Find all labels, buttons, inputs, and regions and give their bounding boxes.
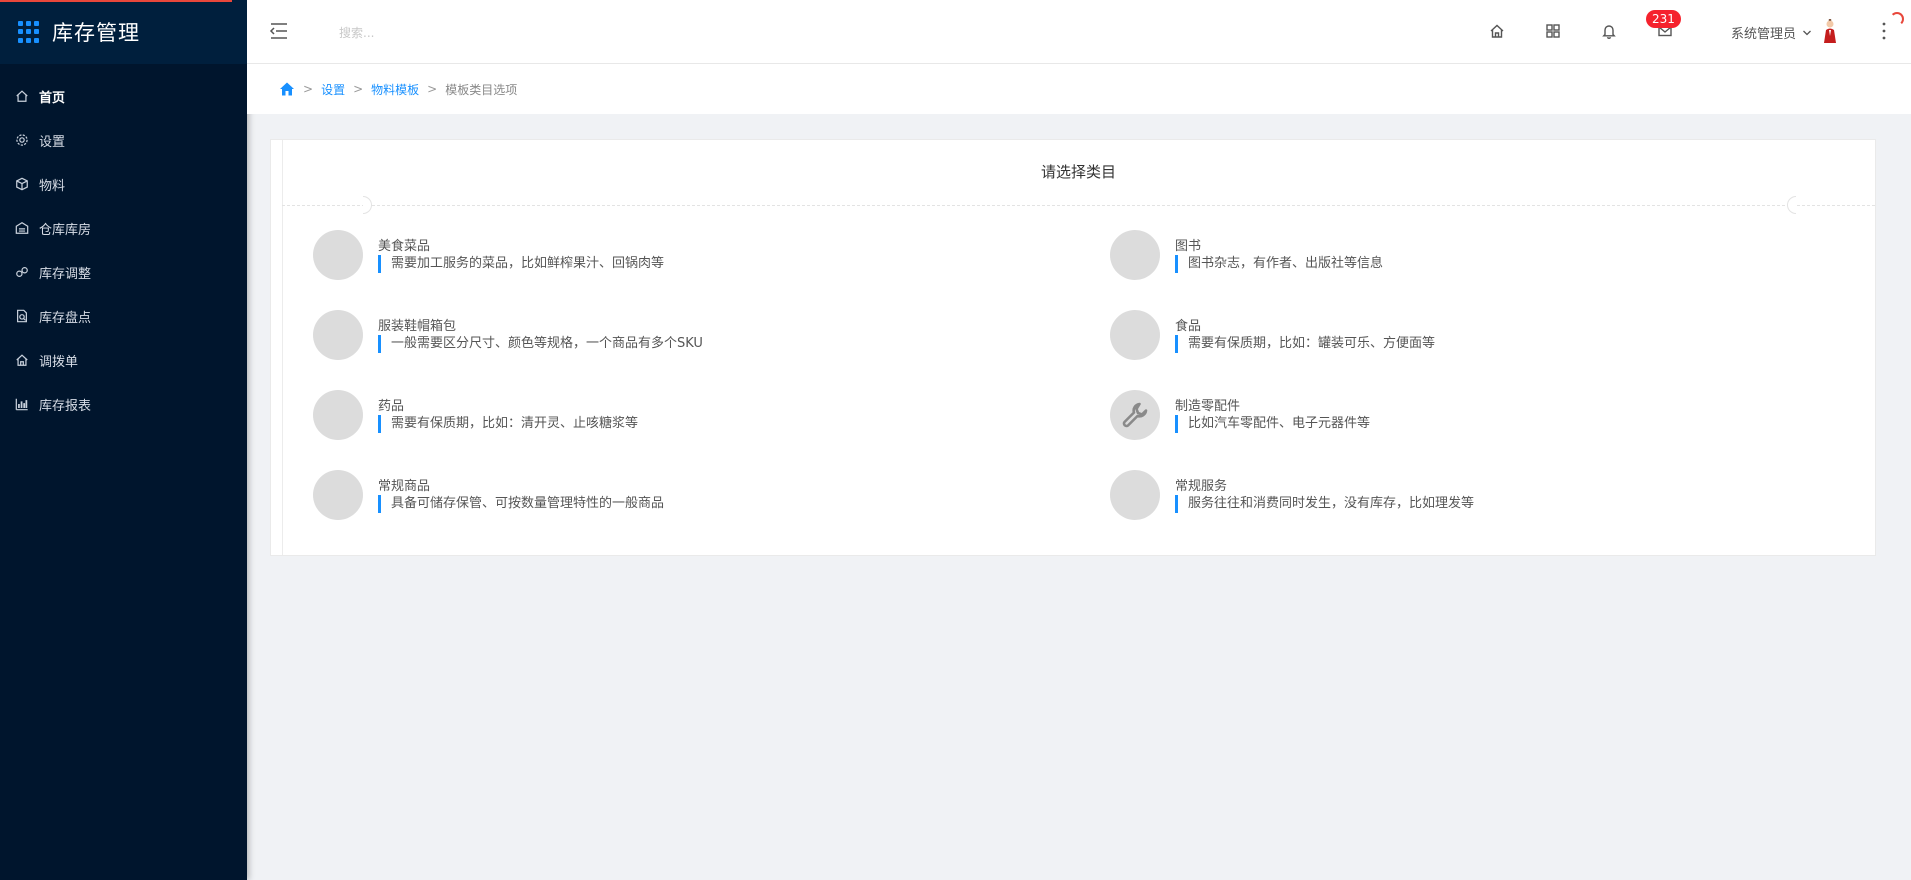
- category-image: [313, 310, 363, 360]
- gear-icon: [14, 132, 30, 148]
- search-input[interactable]: [337, 20, 641, 46]
- transfer-icon: [14, 352, 30, 368]
- category-image: [1110, 470, 1160, 520]
- sidebar-item-label: 物料: [39, 178, 66, 194]
- page-title: 请选择类目: [1040, 163, 1116, 181]
- app-title: 库存管理: [52, 21, 140, 45]
- sidebar: 库存管理 首页 设置 物料 仓库库房 库存调整 库存盘点 调拨单 库存报表: [0, 0, 247, 880]
- category-desc: 服务往往和消费同时发生，没有库存，比如理发等: [1175, 495, 1474, 513]
- sidebar-item-home[interactable]: 首页: [0, 74, 247, 118]
- inventory-check-icon: [14, 308, 30, 324]
- sidebar-item-label: 库存报表: [39, 398, 92, 414]
- sidebar-item-stock-adjust[interactable]: 库存调整: [0, 250, 247, 294]
- category-desc: 一般需要区分尺寸、颜色等规格，一个商品有多个SKU: [378, 335, 703, 353]
- loading-spinner-icon: [1890, 12, 1904, 26]
- home-button[interactable]: [1486, 20, 1508, 42]
- messages-count-badge: 231: [1646, 10, 1681, 28]
- category-desc: 比如汽车零配件、电子元器件等: [1175, 415, 1370, 433]
- box-icon: [14, 176, 30, 192]
- breadcrumb-home-icon[interactable]: [279, 81, 295, 97]
- sidebar-item-warehouse[interactable]: 仓库库房: [0, 206, 247, 250]
- breadcrumb-current: 模板类目选项: [445, 82, 518, 97]
- category-name: 制造零配件: [1175, 399, 1241, 414]
- title-divider: [282, 205, 1875, 206]
- category-apparel[interactable]: 服装鞋帽箱包 一般需要区分尺寸、颜色等规格，一个商品有多个SKU: [313, 310, 1013, 366]
- category-desc: 需要加工服务的菜品，比如鲜榨果汁、回锅肉等: [378, 255, 664, 273]
- breadcrumb-link-settings[interactable]: 设置: [321, 81, 345, 98]
- breadcrumb: > 设置 > 物料模板 > 模板类目选项: [247, 64, 1911, 114]
- sidebar-item-label: 仓库库房: [39, 222, 92, 238]
- avatar[interactable]: [1821, 18, 1839, 44]
- breadcrumb-separator: >: [427, 82, 438, 96]
- category-general-goods[interactable]: 常规商品 具备可储存保管、可按数量管理特性的一般商品: [313, 470, 1013, 526]
- chevron-down-icon: [1803, 30, 1811, 35]
- category-name: 常规商品: [378, 479, 431, 494]
- category-name: 常规服务: [1175, 479, 1228, 494]
- category-name: 药品: [378, 399, 405, 414]
- wrench-icon: [1122, 402, 1148, 428]
- bar-chart-icon: [14, 396, 30, 412]
- app-grid-icon: [18, 21, 40, 43]
- sidebar-item-stock-report[interactable]: 库存报表: [0, 382, 247, 426]
- menu-collapse-icon[interactable]: [269, 22, 289, 40]
- home-icon: [14, 88, 30, 104]
- category-image: [313, 390, 363, 440]
- apps-grid-icon: [1546, 24, 1560, 38]
- category-desc: 需要有保质期，比如：罐装可乐、方便面等: [1175, 335, 1435, 353]
- adjust-icon: [14, 264, 30, 280]
- category-name: 图书: [1175, 239, 1202, 254]
- category-groceries[interactable]: 食品 需要有保质期，比如：罐装可乐、方便面等: [1110, 310, 1810, 366]
- sidebar-item-label: 设置: [39, 134, 66, 150]
- category-parts[interactable]: 制造零配件 比如汽车零配件、电子元器件等: [1110, 390, 1810, 446]
- category-name: 美食菜品: [378, 239, 431, 254]
- sidebar-item-label: 首页: [39, 90, 66, 106]
- home-icon: [1490, 24, 1504, 38]
- sidebar-item-settings[interactable]: 设置: [0, 118, 247, 162]
- sidebar-item-label: 库存调整: [39, 266, 92, 282]
- loading-progress-bar: [0, 0, 232, 2]
- sidebar-item-transfer[interactable]: 调拨单: [0, 338, 247, 382]
- apps-button[interactable]: [1542, 20, 1564, 42]
- category-general-services[interactable]: 常规服务 服务往往和消费同时发生，没有库存，比如理发等: [1110, 470, 1810, 526]
- category-image: [313, 230, 363, 280]
- breadcrumb-separator: >: [353, 82, 364, 96]
- sidebar-item-stock-check[interactable]: 库存盘点: [0, 294, 247, 338]
- sidebar-item-material[interactable]: 物料: [0, 162, 247, 206]
- top-bar: 231 系统管理员: [247, 0, 1911, 64]
- category-name: 食品: [1175, 319, 1202, 334]
- brand[interactable]: 库存管理: [0, 0, 247, 64]
- category-food-dishes[interactable]: 美食菜品 需要加工服务的菜品，比如鲜榨果汁、回锅肉等: [313, 230, 1013, 286]
- sidebar-item-label: 库存盘点: [39, 310, 92, 326]
- category-medicine[interactable]: 药品 需要有保质期，比如：清开灵、止咳糖浆等: [313, 390, 1013, 446]
- category-image: [1110, 230, 1160, 280]
- category-image: [313, 470, 363, 520]
- warehouse-icon: [14, 220, 30, 236]
- category-image: [1110, 310, 1160, 360]
- category-desc: 需要有保质期，比如：清开灵、止咳糖浆等: [378, 415, 638, 433]
- breadcrumb-link-material-template[interactable]: 物料模板: [371, 81, 419, 98]
- bell-icon: [1602, 25, 1616, 39]
- breadcrumb-separator: >: [303, 82, 314, 96]
- category-desc: 具备可储存保管、可按数量管理特性的一般商品: [378, 495, 664, 513]
- category-books[interactable]: 图书 图书杂志，有作者、出版社等信息: [1110, 230, 1810, 286]
- user-name: 系统管理员: [1731, 27, 1797, 42]
- category-card: 请选择类目 美食菜品 需要加工服务的菜品，比如鲜榨果汁、回锅肉等 图书 图书杂志…: [270, 139, 1876, 556]
- more-vertical-icon[interactable]: [1877, 18, 1891, 44]
- category-image: [1110, 390, 1160, 440]
- category-name: 服装鞋帽箱包: [378, 319, 457, 334]
- notifications-button[interactable]: [1598, 20, 1620, 42]
- user-menu[interactable]: 系统管理员: [1731, 23, 1812, 42]
- sidebar-nav: 首页 设置 物料 仓库库房 库存调整 库存盘点 调拨单 库存报表: [0, 64, 247, 426]
- sidebar-item-label: 调拨单: [39, 354, 79, 370]
- category-desc: 图书杂志，有作者、出版社等信息: [1175, 255, 1383, 273]
